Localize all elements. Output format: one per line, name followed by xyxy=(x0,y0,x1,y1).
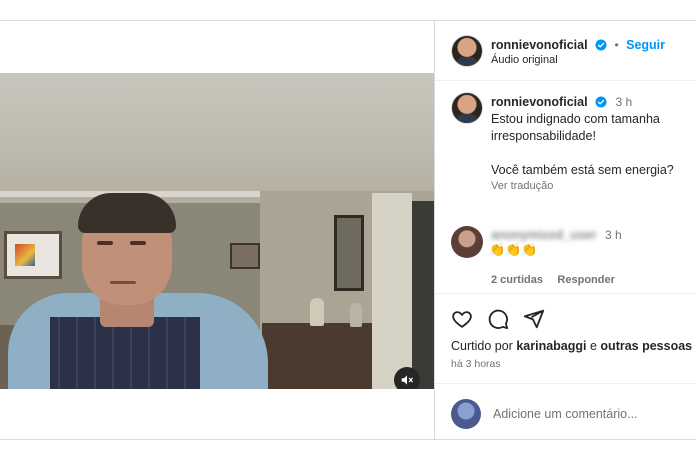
video-scene-painting xyxy=(230,243,260,269)
video-scene-painting xyxy=(4,231,62,279)
liked-by-others[interactable]: outras pessoas xyxy=(600,339,692,353)
liked-by-prefix: Curtido por xyxy=(451,339,513,353)
video-person-hair xyxy=(78,193,176,233)
video-person-eye xyxy=(97,241,113,245)
caption-username[interactable]: ronnievonoficial xyxy=(491,95,588,109)
video-scene-lamp xyxy=(310,298,324,326)
caption-line: Você também está sem energia? xyxy=(491,163,674,177)
video-scene-wall xyxy=(0,73,434,203)
reply-button[interactable]: Responder xyxy=(557,274,614,286)
post-side-panel: ronnievonoficial • Seguir Áudio original… xyxy=(434,21,696,439)
caption: ronnievonoficial 3 h Estou indignado com… xyxy=(435,82,696,202)
comment-text: 👏👏👏 xyxy=(489,242,538,257)
video-scene-painting xyxy=(334,215,364,291)
verified-badge-icon xyxy=(595,39,607,51)
comment-button[interactable] xyxy=(487,308,509,335)
post-time[interactable]: há 3 horas xyxy=(451,358,501,370)
audio-label[interactable]: Áudio original xyxy=(491,54,558,66)
comment-time[interactable]: 3 h xyxy=(605,228,622,242)
avatar[interactable] xyxy=(451,226,483,258)
post-actions: Curtido por karinabaggi e outras pessoas… xyxy=(435,293,696,383)
video-scene-sideboard xyxy=(262,323,372,389)
liked-by-user[interactable]: karinabaggi xyxy=(516,339,586,353)
add-comment-bar xyxy=(435,383,696,439)
translate-link[interactable]: Ver tradução xyxy=(491,180,553,192)
comment-icon xyxy=(488,309,509,330)
video-scene-doorway xyxy=(412,201,434,389)
avatar[interactable] xyxy=(451,92,483,124)
comment-input[interactable] xyxy=(493,404,683,424)
share-button[interactable] xyxy=(523,308,545,335)
comments-list[interactable]: ronnievonoficial 3 h Estou indignado com… xyxy=(435,82,696,292)
comment-username[interactable]: anonymized_user xyxy=(491,228,597,242)
caption-line: irresponsabilidade! xyxy=(491,129,596,143)
like-button[interactable] xyxy=(451,308,473,335)
post-video[interactable] xyxy=(0,73,434,389)
video-person-mouth xyxy=(110,281,136,284)
comment-item: anonymized_user 3 h 👏👏👏 2 curtidas Respo… xyxy=(435,220,696,286)
post-author-username[interactable]: ronnievonoficial xyxy=(491,38,588,52)
video-scene-lamp xyxy=(350,303,362,327)
liked-by-joiner: e xyxy=(589,339,597,353)
video-person-eye xyxy=(130,241,146,245)
caption-text: Estou indignado com tamanha irresponsabi… xyxy=(491,111,691,179)
avatar xyxy=(451,399,481,429)
post-modal: ronnievonoficial • Seguir Áudio original… xyxy=(0,20,696,440)
comment-likes[interactable]: 2 curtidas xyxy=(491,274,543,286)
liked-by: Curtido por karinabaggi e outras pessoas xyxy=(451,339,692,353)
speaker-muted-icon xyxy=(401,375,413,385)
video-person-shirt xyxy=(50,317,200,389)
avatar[interactable] xyxy=(451,35,483,67)
post-header: ronnievonoficial • Seguir Áudio original xyxy=(435,21,696,81)
share-icon xyxy=(523,309,545,329)
caption-time[interactable]: 3 h xyxy=(615,95,632,109)
verified-badge-icon xyxy=(595,96,607,108)
follow-button[interactable]: Seguir xyxy=(626,38,665,52)
video-scene-door xyxy=(372,193,412,389)
separator-dot: • xyxy=(614,38,619,52)
heart-icon xyxy=(452,311,472,328)
caption-line: Estou indignado com tamanha xyxy=(491,112,660,126)
mute-button[interactable] xyxy=(394,367,420,389)
